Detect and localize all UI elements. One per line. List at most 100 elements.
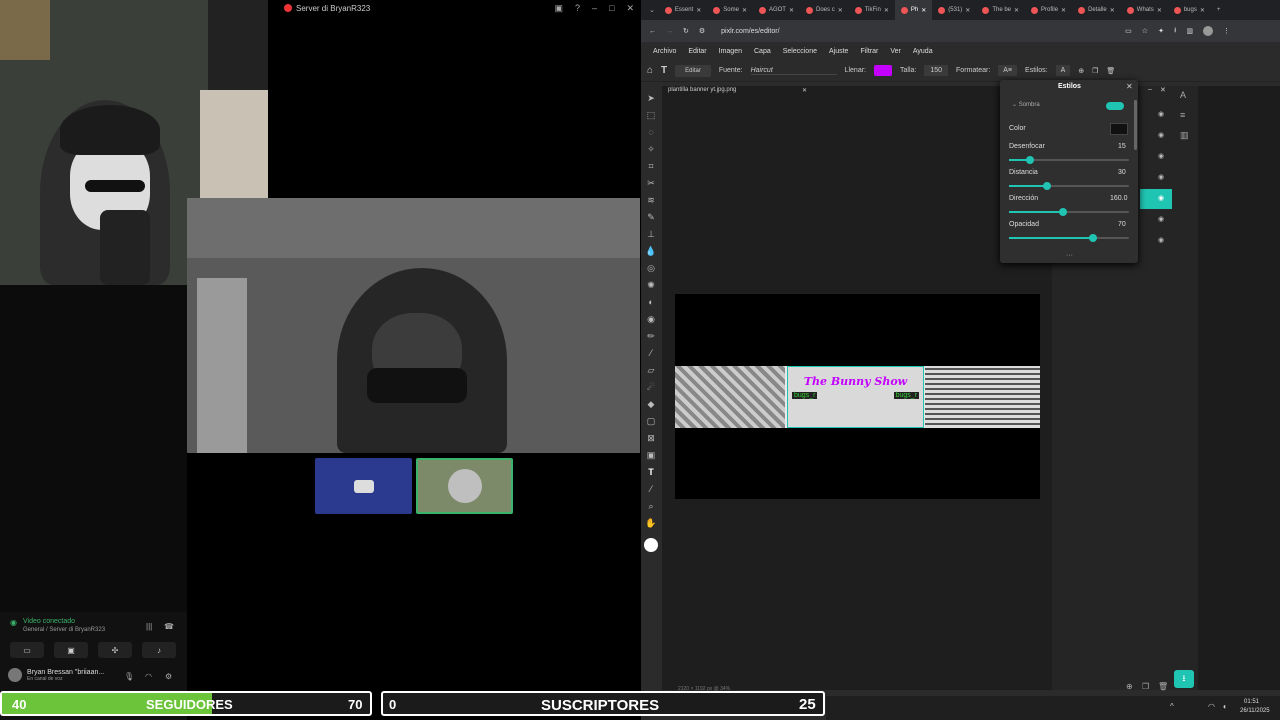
selected-text-box[interactable]: The Bunny Show bugs_r bugs_r — [787, 366, 924, 428]
headphones-icon[interactable]: ◠ — [145, 672, 152, 681]
menu-item[interactable]: Ver — [890, 48, 901, 55]
menu-item[interactable]: Ayuda — [913, 48, 933, 55]
wand-tool-icon[interactable]: ✧ — [647, 143, 655, 155]
pencil-tool-icon[interactable]: ✏ — [647, 330, 655, 342]
voice-channel[interactable]: General / Server di BryanR323 — [23, 627, 105, 633]
opacity-value[interactable]: 70 — [1118, 221, 1126, 228]
liquify-tool-icon[interactable]: ≋ — [647, 194, 655, 206]
more-options-icon[interactable]: ··· — [1066, 252, 1073, 259]
fill-tool-icon[interactable]: ◆ — [648, 398, 655, 410]
zoom-tool-icon[interactable]: ⌕ — [648, 500, 653, 512]
maximize-icon[interactable]: □ — [609, 3, 614, 14]
tab-close-icon[interactable]: ✕ — [1014, 7, 1019, 14]
disconnect-icon[interactable]: ☎ — [164, 622, 174, 631]
eyedropper-tool-icon[interactable]: ⁄ — [650, 483, 652, 495]
browser-tab[interactable]: (531) ✕ — [932, 0, 976, 20]
tray-chevron-icon[interactable]: ^ — [1170, 702, 1174, 711]
direction-slider[interactable] — [1009, 208, 1129, 216]
participant-tile-camera[interactable] — [315, 458, 412, 514]
color-swatch-icon[interactable] — [644, 538, 658, 552]
burn-tool-icon[interactable]: ◉ — [647, 313, 655, 325]
close-panel-icon[interactable]: ✕ — [1160, 86, 1166, 94]
help-icon[interactable]: ? — [575, 3, 580, 14]
soundboard-button[interactable]: ♪ — [142, 642, 176, 658]
minimize-icon[interactable]: – — [592, 3, 597, 14]
tab-close-icon[interactable]: ✕ — [696, 7, 701, 14]
active-layer-row[interactable] — [1140, 189, 1172, 209]
hand-tool-icon[interactable]: ✋ — [645, 517, 656, 529]
menu-icon[interactable]: ⋮ — [1223, 27, 1230, 35]
tab-close-icon[interactable]: ✕ — [921, 7, 926, 14]
arrange-tool-icon[interactable]: ➤ — [647, 92, 655, 104]
layer-visibility-icon[interactable]: ◉ — [1158, 152, 1164, 160]
menu-item[interactable]: Filtrar — [860, 48, 878, 55]
browser-tab[interactable]: Ph ✕ — [894, 0, 933, 20]
wifi-icon[interactable]: ◠ — [1208, 702, 1215, 711]
inbox-icon[interactable]: ▣ — [554, 3, 563, 14]
shape-tool-icon[interactable]: ▢ — [647, 415, 656, 427]
opacity-slider[interactable] — [1009, 234, 1129, 242]
distance-slider[interactable] — [1009, 182, 1129, 190]
smudge-tool-icon[interactable]: ☄ — [647, 381, 655, 393]
crop-tool-icon[interactable]: ⌗ — [648, 160, 653, 172]
layer-visibility-icon[interactable]: ◉ — [1158, 194, 1164, 202]
camera-off-button[interactable]: ▭ — [10, 642, 44, 658]
image-tool-icon[interactable]: ⊠ — [647, 432, 655, 444]
color-replace-icon[interactable]: ✺ — [647, 279, 655, 291]
microphone-icon[interactable]: 🎙 — [124, 672, 134, 681]
menu-item[interactable]: Ajuste — [829, 48, 848, 55]
bookmark-star-icon[interactable]: ☆ — [1142, 27, 1148, 35]
browser-tab[interactable]: Profile ✕ — [1025, 0, 1072, 20]
shadow-section-header[interactable]: ⌄ Sombra — [1012, 101, 1040, 108]
shadow-color-swatch[interactable] — [1110, 123, 1128, 135]
close-icon[interactable]: ✕ — [626, 3, 634, 14]
home-icon[interactable]: ⌂ — [647, 65, 653, 76]
browser-tab[interactable]: Essent ✕ — [659, 0, 707, 20]
text-tool-icon[interactable]: T — [661, 65, 667, 76]
lasso-tool-icon[interactable]: ◌ — [648, 126, 653, 138]
browser-tab[interactable]: Some ✕ — [707, 0, 753, 20]
tab-close-icon[interactable]: ✕ — [742, 7, 747, 14]
forward-icon[interactable]: → — [666, 28, 673, 35]
activities-button[interactable]: ✣ — [98, 642, 132, 658]
edit-text-button[interactable]: Editar — [675, 64, 711, 77]
delete-icon[interactable]: 🗑 — [1106, 67, 1115, 75]
direction-value[interactable]: 160.0 — [1110, 195, 1128, 202]
menu-item[interactable]: Editar — [688, 48, 706, 55]
extensions-icon[interactable]: ✦ — [1158, 27, 1164, 35]
layers-icon[interactable]: ≡ — [1180, 110, 1185, 120]
profile-avatar[interactable] — [1203, 26, 1214, 36]
tab-search-icon[interactable]: ⌄ — [645, 6, 659, 14]
panel-scrollbar[interactable] — [1134, 100, 1137, 150]
user-avatar[interactable] — [8, 668, 22, 682]
shadow-toggle[interactable] — [1106, 102, 1124, 110]
layer-visibility-icon[interactable]: ◉ — [1158, 131, 1164, 139]
document-canvas[interactable]: The Bunny Show bugs_r bugs_r — [675, 294, 1040, 499]
styles-close-icon[interactable]: ✕ — [1126, 82, 1133, 91]
tab-close-icon[interactable]: ✕ — [789, 7, 794, 14]
close-document-icon[interactable]: ✕ — [802, 87, 807, 94]
clock-time[interactable]: 01:51 — [1244, 699, 1259, 705]
layer-visibility-icon[interactable]: ◉ — [1158, 215, 1164, 223]
delete-layer-icon[interactable]: 🗑 — [1158, 682, 1168, 691]
size-select[interactable]: 150 — [924, 65, 949, 76]
sponge-tool-icon[interactable]: ◎ — [647, 262, 655, 274]
reload-icon[interactable]: ↻ — [683, 27, 689, 35]
tab-close-icon[interactable]: ✕ — [1061, 7, 1066, 14]
adjustments-icon[interactable]: A — [1180, 90, 1186, 100]
add-layer-icon[interactable]: ⊕ — [1126, 682, 1133, 691]
sidebar-icon[interactable]: ▥ — [1186, 27, 1193, 35]
tab-close-icon[interactable]: ✕ — [1200, 7, 1205, 14]
new-tab-icon[interactable]: + — [1211, 7, 1227, 13]
tab-close-icon[interactable]: ✕ — [965, 7, 970, 14]
clock-date[interactable]: 26/11/2025 — [1240, 708, 1270, 714]
marquee-tool-icon[interactable]: ⬚ — [647, 109, 656, 121]
browser-tab[interactable]: TikFin ✕ — [849, 0, 895, 20]
document-tab[interactable]: plantilla banner yt.jpg.png ✕ — [662, 86, 812, 96]
add-icon[interactable]: ⊕ — [1078, 67, 1084, 75]
heal-tool-icon[interactable]: ✎ — [647, 211, 655, 223]
browser-tab[interactable]: The be ✕ — [976, 0, 1025, 20]
blur-tool-icon[interactable]: 💧 — [645, 245, 656, 257]
blur-value[interactable]: 15 — [1118, 143, 1126, 150]
participant-tile-avatar[interactable] — [416, 458, 513, 514]
